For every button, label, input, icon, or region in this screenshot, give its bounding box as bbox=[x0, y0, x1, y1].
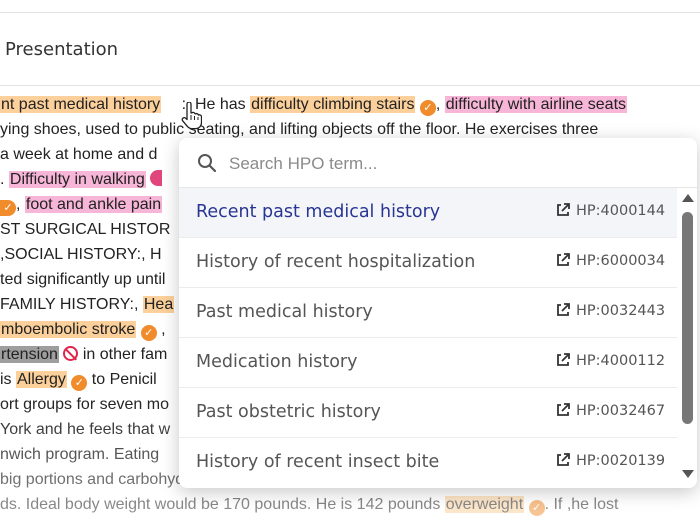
doc-line: ✓, foot and ankle pain bbox=[0, 192, 163, 217]
annotation-highlight[interactable]: Allergy bbox=[16, 371, 67, 388]
doc-line: is Allergy ✓ to Penicil bbox=[0, 371, 157, 391]
external-link-icon[interactable] bbox=[555, 202, 571, 218]
section-header: Presentation bbox=[0, 13, 700, 86]
top-toolbar-strip bbox=[0, 0, 700, 13]
check-badge-icon[interactable]: ✓ bbox=[71, 375, 88, 391]
section-title: Presentation bbox=[5, 39, 119, 60]
result-code: HP:0032467 bbox=[576, 403, 666, 419]
scroll-down-arrow-icon[interactable] bbox=[682, 470, 694, 478]
check-badge-icon[interactable]: ✓ bbox=[419, 100, 436, 116]
annotation-highlight[interactable]: Difficulty in walking bbox=[8, 171, 146, 188]
annotation-highlight-negated[interactable]: rtension bbox=[0, 346, 59, 363]
result-label: Medication history bbox=[196, 352, 358, 372]
search-input[interactable] bbox=[227, 150, 671, 178]
check-badge-icon[interactable]: ✓ bbox=[528, 500, 545, 516]
result-code: HP:0020139 bbox=[576, 453, 666, 469]
doc-line: ,SOCIAL HISTORY:, H bbox=[0, 246, 162, 263]
external-link-icon[interactable] bbox=[555, 302, 571, 318]
result-item[interactable]: Past medical history HP:0032443 bbox=[179, 288, 677, 338]
annotation-highlight[interactable]: nt past medical history bbox=[0, 96, 162, 113]
result-item[interactable]: Past obstetric history HP:0032467 bbox=[179, 388, 677, 438]
scroll-up-arrow-icon[interactable] bbox=[682, 194, 694, 202]
doc-line: rtension in other fam bbox=[0, 346, 168, 363]
annotation-highlight[interactable]: mboembolic stroke bbox=[0, 321, 137, 338]
search-icon bbox=[198, 154, 217, 173]
doc-line: a week at home and d bbox=[0, 146, 158, 163]
result-item[interactable]: History of recent hospitalization HP:600… bbox=[179, 238, 677, 288]
pink-badge-icon[interactable] bbox=[150, 170, 163, 186]
not-allowed-icon[interactable] bbox=[63, 346, 79, 361]
result-label: Past medical history bbox=[196, 302, 373, 322]
result-code: HP:6000034 bbox=[576, 253, 666, 269]
external-link-icon[interactable] bbox=[555, 352, 571, 368]
result-item[interactable]: Medication history HP:4000112 bbox=[179, 338, 677, 388]
doc-line: FAMILY HISTORY:, Hea bbox=[0, 296, 175, 313]
doc-line: nt past medical history :, He has diffic… bbox=[0, 96, 628, 116]
doc-line: ST SURGICAL HISTOR bbox=[0, 221, 171, 238]
doc-line: nwich program. Eating bbox=[0, 446, 160, 463]
search-bar bbox=[179, 138, 697, 188]
result-item[interactable]: History of recent insect bite HP:0020139 bbox=[179, 438, 677, 487]
result-code: HP:0032443 bbox=[576, 303, 666, 319]
annotation-highlight[interactable]: Hea bbox=[142, 296, 175, 313]
results-scrollbar[interactable] bbox=[679, 188, 697, 488]
external-link-icon[interactable] bbox=[555, 402, 571, 418]
annotation-highlight[interactable]: difficulty with airline seats bbox=[444, 96, 628, 113]
result-label: History of recent insect bite bbox=[196, 452, 440, 472]
doc-line: ted significantly up until bbox=[0, 271, 166, 288]
check-badge-icon[interactable]: ✓ bbox=[0, 200, 16, 216]
result-code: HP:4000144 bbox=[576, 203, 666, 219]
annotation-highlight[interactable]: overweight bbox=[444, 496, 525, 513]
doc-line: ds. Ideal body weight would be 170 pound… bbox=[0, 496, 619, 516]
result-label: History of recent hospitalization bbox=[196, 252, 476, 272]
external-link-icon[interactable] bbox=[555, 252, 571, 268]
scroll-thumb[interactable] bbox=[682, 212, 693, 424]
result-label: Recent past medical history bbox=[196, 202, 441, 222]
annotation-highlight[interactable]: difficulty climbing stairs bbox=[250, 96, 416, 113]
doc-line: ort groups for seven mo bbox=[0, 396, 169, 413]
result-item[interactable]: Recent past medical history HP:4000144 bbox=[179, 188, 677, 238]
hand-pointer-icon bbox=[181, 102, 202, 130]
hpo-search-popup: Recent past medical history HP:4000144 H… bbox=[179, 138, 697, 488]
annotation-highlight[interactable]: foot and ankle pain bbox=[24, 196, 163, 213]
external-link-icon[interactable] bbox=[555, 452, 571, 468]
doc-line: mboembolic stroke ✓ , bbox=[0, 321, 166, 341]
result-code: HP:4000112 bbox=[576, 353, 666, 369]
check-badge-icon[interactable]: ✓ bbox=[140, 325, 157, 341]
doc-line: . Difficulty in walking bbox=[0, 167, 163, 192]
doc-line: York and he feels that w bbox=[0, 421, 171, 438]
result-label: Past obstetric history bbox=[196, 402, 381, 422]
